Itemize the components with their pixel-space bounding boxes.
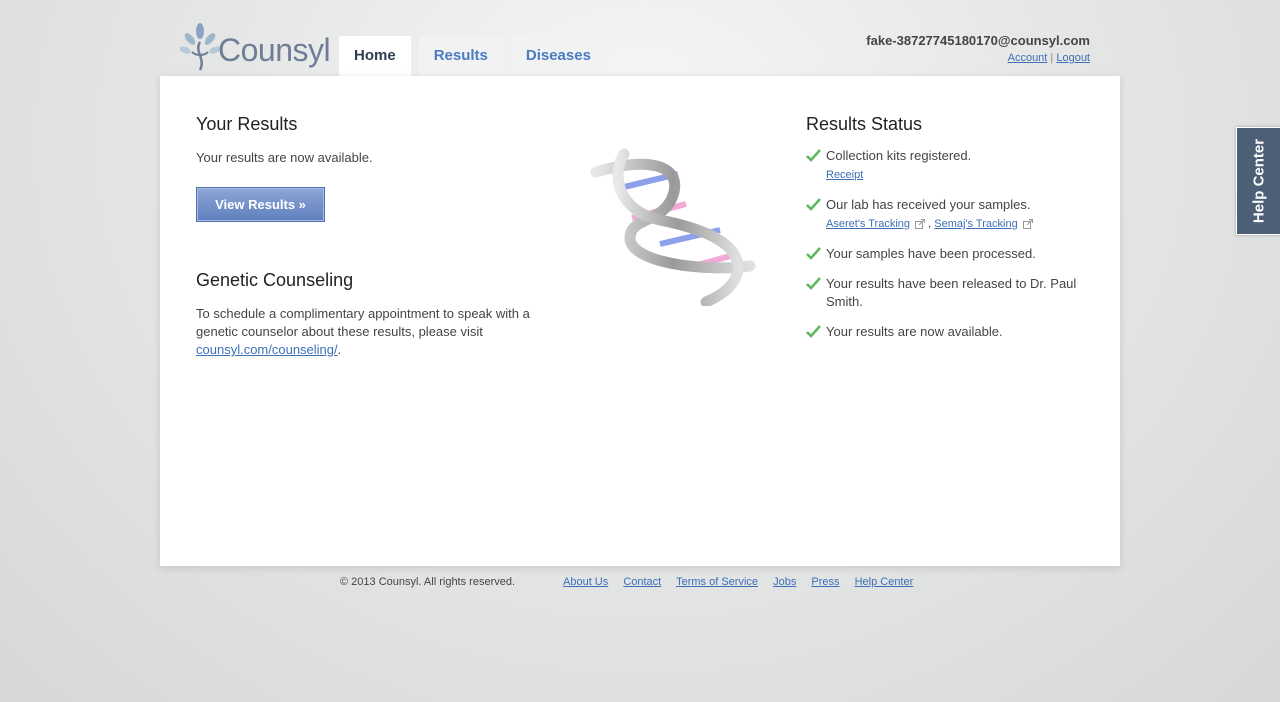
external-link-icon	[1022, 219, 1033, 230]
receipt-link[interactable]: Receipt	[826, 166, 863, 184]
user-box: fake-38727745180170@counsyl.com Account …	[866, 33, 1090, 64]
left-column: Your Results Your results are now availa…	[196, 114, 556, 359]
check-icon	[806, 325, 821, 338]
counseling-link[interactable]: counsyl.com/counseling/	[196, 342, 338, 357]
status-item-text: Your samples have been processed.	[826, 246, 1036, 261]
tab-home[interactable]: Home	[339, 36, 411, 76]
help-center-tab[interactable]: Help Center	[1236, 127, 1280, 235]
main-card: Your Results Your results are now availa…	[160, 76, 1120, 566]
tracking-comma: ,	[928, 218, 932, 230]
view-results-button[interactable]: View Results »	[196, 187, 325, 222]
your-results-title: Your Results	[196, 114, 298, 134]
logout-link[interactable]: Logout	[1056, 52, 1090, 64]
footer-copyright: © 2013 Counsyl. All rights reserved.	[340, 576, 516, 588]
footer-link-about[interactable]: About Us	[563, 576, 608, 588]
logo-text: Counsyl	[218, 32, 331, 68]
status-item: Our lab has received your samples. Asere…	[806, 196, 1096, 233]
account-link[interactable]: Account	[1008, 52, 1048, 64]
status-list: Collection kits registered. Receipt Our …	[806, 147, 1096, 341]
footer-link-terms[interactable]: Terms of Service	[676, 576, 758, 588]
user-email: fake-38727745180170@counsyl.com	[866, 33, 1090, 48]
status-item-text: Your results have been released to Dr. P…	[826, 276, 1077, 309]
footer-link-contact[interactable]: Contact	[623, 576, 661, 588]
dna-image	[590, 148, 756, 306]
external-link-icon	[915, 219, 926, 230]
aseret-tracking-link[interactable]: Aseret's Tracking	[826, 218, 910, 230]
status-item-text: Collection kits registered.	[826, 148, 972, 163]
status-item: Your samples have been processed.	[806, 245, 1096, 263]
help-center-label: Help Center	[1250, 138, 1268, 224]
footer-links: About Us Contact Terms of Service Jobs P…	[563, 576, 925, 588]
check-icon	[806, 247, 821, 260]
right-column: Results Status Collection kits registere…	[806, 114, 1096, 353]
tab-diseases[interactable]: Diseases	[510, 36, 606, 76]
genetic-counseling-body: To schedule a complimentary appointment …	[196, 306, 530, 339]
tracking-links: Aseret's Tracking , Semaj's Tracking	[826, 215, 1033, 233]
results-status-title: Results Status	[806, 114, 923, 134]
check-icon	[806, 198, 821, 211]
semaj-tracking-link[interactable]: Semaj's Tracking	[934, 218, 1017, 230]
tab-results[interactable]: Results	[418, 36, 503, 76]
check-icon	[806, 149, 821, 162]
genetic-counseling-text: To schedule a complimentary appointment …	[196, 305, 556, 359]
status-item: Collection kits registered. Receipt	[806, 147, 1096, 184]
main-tabs: Home Results Diseases	[339, 36, 606, 76]
counseling-trailing: .	[337, 342, 342, 357]
genetic-counseling-title: Genetic Counseling	[196, 270, 354, 290]
status-item-text: Our lab has received your samples.	[826, 197, 1031, 212]
logo[interactable]: Counsyl	[180, 22, 331, 74]
your-results-text: Your results are now available.	[196, 150, 373, 165]
user-links: Account | Logout	[866, 52, 1090, 64]
footer-link-press[interactable]: Press	[811, 576, 839, 588]
status-item: Your results are now available.	[806, 323, 1096, 341]
check-icon	[806, 277, 821, 290]
user-links-separator: |	[1050, 52, 1054, 64]
status-item: Your results have been released to Dr. P…	[806, 275, 1096, 311]
logo-icon	[180, 23, 220, 71]
footer-link-help[interactable]: Help Center	[855, 576, 914, 588]
footer-link-jobs[interactable]: Jobs	[773, 576, 796, 588]
status-item-text: Your results are now available.	[826, 324, 1003, 339]
